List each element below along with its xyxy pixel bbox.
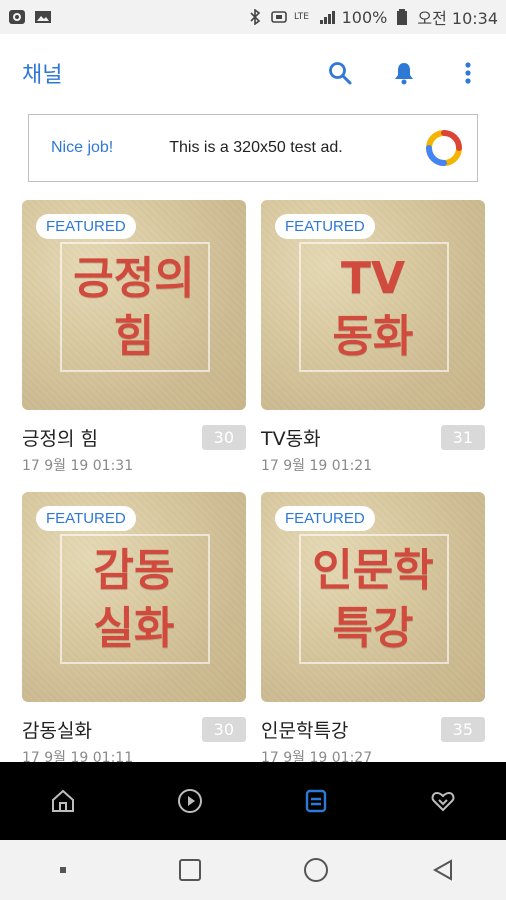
- featured-badge: FEATURED: [275, 506, 375, 531]
- card-title-row: 인문학특강 35: [261, 716, 485, 743]
- favorite-icon[interactable]: [411, 769, 475, 833]
- bottom-navigation: [0, 762, 506, 840]
- nfc-icon: [270, 9, 288, 25]
- channel-card[interactable]: FEATURED TV 동화 TV동화 31 17 9월 19 01:21: [261, 200, 485, 475]
- card-title-row: TV동화 31: [261, 424, 485, 451]
- battery-percent: 100%: [341, 7, 388, 27]
- notification-app-icon: [8, 9, 26, 25]
- thumbnail-text: TV 동화: [332, 253, 414, 362]
- ad-main-text: This is a 320x50 test ad.: [169, 139, 343, 156]
- recent-dot-icon[interactable]: [31, 848, 95, 892]
- channel-name: 감동실화: [22, 720, 92, 742]
- ad-logo-icon: [425, 129, 463, 167]
- featured-badge: FEATURED: [275, 214, 375, 239]
- channel-card[interactable]: FEATURED 인문학 특강 인문학특강 35 17 9월 19 01:27: [261, 492, 485, 767]
- image-icon: [34, 9, 52, 25]
- bell-icon[interactable]: [388, 57, 420, 89]
- channel-timestamp: 17 9월 19 01:31: [22, 458, 134, 474]
- clock: 오전 10:34: [417, 9, 498, 28]
- card-title-row: 감동실화 30: [22, 716, 246, 743]
- thumbnail-text: 긍정의 힘: [73, 253, 195, 362]
- app-bar-actions: [324, 57, 484, 89]
- card-title-row: 긍정의 힘 30: [22, 424, 246, 451]
- channel-name: TV동화: [261, 428, 321, 450]
- status-bar: LTE 100% 오전 10:34: [0, 0, 506, 34]
- featured-badge: FEATURED: [36, 506, 136, 531]
- channel-card[interactable]: FEATURED 긍정의 힘 긍정의 힘 30 17 9월 19 01:31: [22, 200, 246, 475]
- svg-text:LTE: LTE: [294, 12, 309, 22]
- channel-thumbnail[interactable]: FEATURED 감동 실화: [22, 492, 246, 702]
- video-count-badge: 30: [201, 425, 246, 450]
- battery-icon: [393, 9, 411, 25]
- back-triangle-icon[interactable]: [411, 848, 475, 892]
- thumbnail-text: 감동 실화: [93, 545, 175, 654]
- channel-thumbnail[interactable]: FEATURED TV 동화: [261, 200, 485, 410]
- overview-square-icon[interactable]: [158, 848, 222, 892]
- home-icon[interactable]: [31, 769, 95, 833]
- test-ad-banner[interactable]: Nice job! This is a 320x50 test ad.: [28, 114, 478, 182]
- channel-thumbnail[interactable]: FEATURED 인문학 특강: [261, 492, 485, 702]
- channel-card[interactable]: FEATURED 감동 실화 감동실화 30 17 9월 19 01:11: [22, 492, 246, 767]
- featured-badge: FEATURED: [36, 214, 136, 239]
- app-bar: 채널: [0, 34, 506, 112]
- video-count-badge: 35: [440, 717, 485, 742]
- thumbnail-text: 인문학 특강: [312, 545, 434, 654]
- system-navigation: [0, 840, 506, 900]
- search-icon[interactable]: [324, 57, 356, 89]
- ad-left-text: Nice job!: [51, 139, 114, 156]
- bluetooth-icon: [246, 9, 264, 25]
- home-circle-icon[interactable]: [284, 848, 348, 892]
- channel-name: 긍정의 힘: [22, 428, 98, 450]
- lte-icon: LTE: [294, 9, 312, 25]
- status-right: LTE 100% 오전 10:34: [246, 5, 498, 29]
- channel-icon[interactable]: [284, 769, 348, 833]
- video-count-badge: 30: [201, 717, 246, 742]
- video-count-badge: 31: [440, 425, 485, 450]
- page-title: 채널: [22, 63, 63, 88]
- channel-thumbnail[interactable]: FEATURED 긍정의 힘: [22, 200, 246, 410]
- play-icon[interactable]: [158, 769, 222, 833]
- channel-name: 인문학특강: [261, 720, 349, 742]
- status-left-icons: [8, 9, 52, 25]
- more-vert-icon[interactable]: [452, 57, 484, 89]
- signal-icon: [318, 9, 336, 25]
- channel-timestamp: 17 9월 19 01:21: [261, 458, 373, 474]
